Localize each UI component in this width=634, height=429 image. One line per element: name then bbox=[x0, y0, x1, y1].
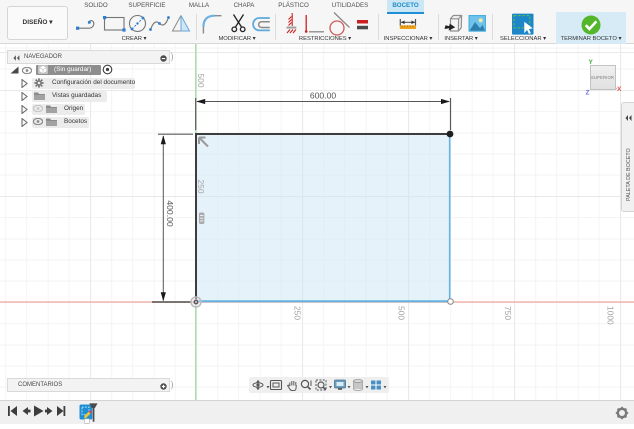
svg-text:400.00: 400.00 bbox=[165, 200, 175, 227]
svg-text:1000: 1000 bbox=[606, 306, 616, 325]
svg-text:Z: Z bbox=[586, 90, 590, 97]
svg-text:750: 750 bbox=[503, 306, 513, 320]
svg-text:500: 500 bbox=[397, 306, 407, 320]
svg-text:500: 500 bbox=[196, 74, 206, 88]
svg-text:600.00: 600.00 bbox=[310, 91, 337, 101]
svg-text:X: X bbox=[617, 86, 622, 93]
svg-text:250: 250 bbox=[196, 180, 206, 194]
svg-text:250: 250 bbox=[293, 306, 303, 320]
